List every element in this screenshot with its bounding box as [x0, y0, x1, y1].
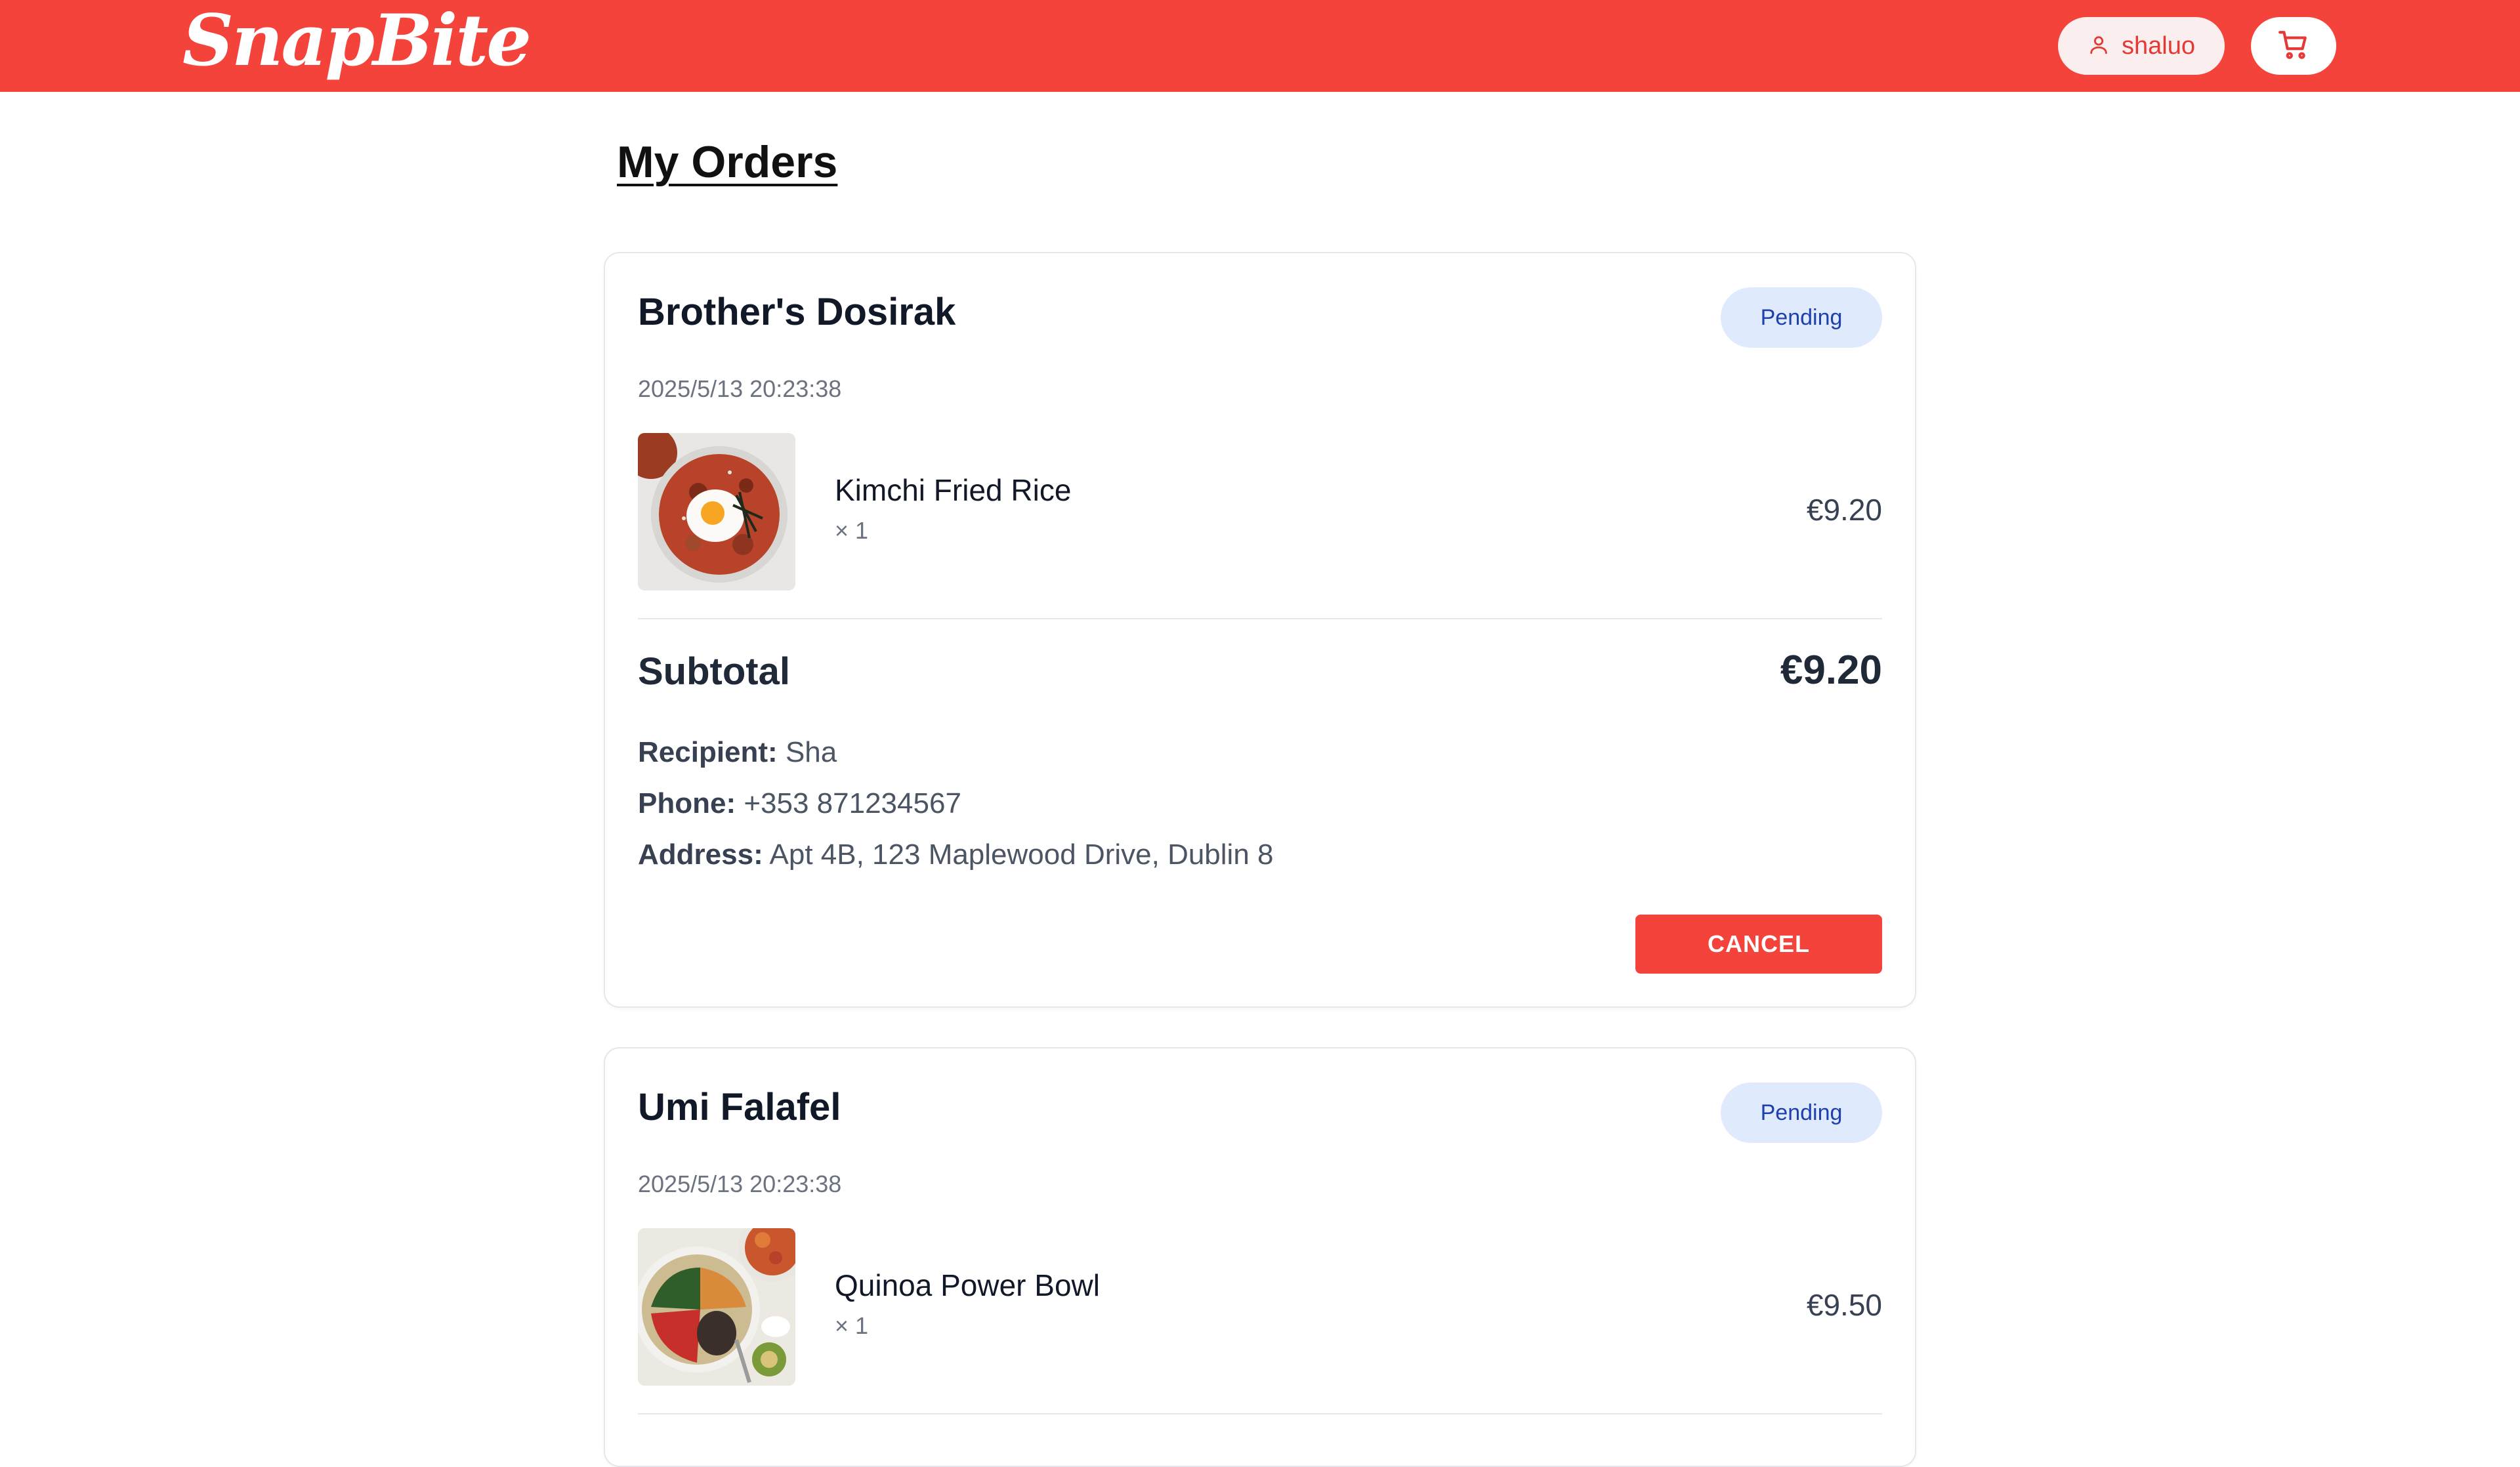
subtotal-label: Subtotal [638, 650, 790, 693]
food-image-kimchi-fried-rice [638, 433, 795, 590]
food-image-quinoa-power-bowl [638, 1228, 795, 1386]
order-card: Brother's Dosirak Pending 2025/5/13 20:2… [604, 252, 1916, 1008]
username-label: shaluo [2122, 31, 2195, 60]
restaurant-name: Umi Falafel [638, 1086, 841, 1128]
phone-label: Phone: [638, 787, 736, 819]
snapbite-logo[interactable]: SnapBite [182, 1, 532, 80]
recipient-value: Sha [785, 736, 837, 768]
order-date: 2025/5/13 20:23:38 [638, 1170, 842, 1197]
address-label: Address: [638, 838, 763, 871]
cart-icon [2277, 28, 2310, 64]
top-navbar: SnapBite shaluo [0, 0, 2520, 92]
divider [638, 1413, 1882, 1415]
order-item: Kimchi Fried Rice × 1 €9.20 [638, 433, 1882, 590]
recipient-line: Recipient: Sha [638, 736, 837, 769]
status-badge: Pending [1721, 1083, 1882, 1143]
page-title: My Orders [617, 137, 838, 187]
order-item: Quinoa Power Bowl × 1 €9.50 [638, 1228, 1882, 1386]
user-account-button[interactable]: shaluo [2058, 17, 2225, 75]
restaurant-name: Brother's Dosirak [638, 291, 956, 333]
status-badge: Pending [1721, 287, 1882, 348]
user-icon [2088, 33, 2110, 59]
divider [638, 618, 1882, 619]
subtotal-value: €9.20 [1780, 648, 1882, 693]
order-card: Umi Falafel Pending 2025/5/13 20:23:38 Q… [604, 1047, 1916, 1467]
item-price: €9.20 [1806, 493, 1882, 527]
address-line: Address: Apt 4B, 123 Maplewood Drive, Du… [638, 838, 1274, 871]
order-date: 2025/5/13 20:23:38 [638, 375, 842, 402]
item-name: Quinoa Power Bowl [835, 1268, 1100, 1302]
cancel-order-button[interactable]: CANCEL [1635, 915, 1882, 974]
cart-button[interactable] [2251, 17, 2336, 75]
item-price: €9.50 [1806, 1288, 1882, 1322]
recipient-label: Recipient: [638, 736, 778, 768]
address-value: Apt 4B, 123 Maplewood Drive, Dublin 8 [769, 838, 1274, 871]
phone-value: +353 871234567 [744, 787, 961, 819]
item-quantity: × 1 [835, 1312, 869, 1339]
item-quantity: × 1 [835, 517, 869, 544]
item-name: Kimchi Fried Rice [835, 473, 1072, 507]
phone-line: Phone: +353 871234567 [638, 787, 961, 820]
